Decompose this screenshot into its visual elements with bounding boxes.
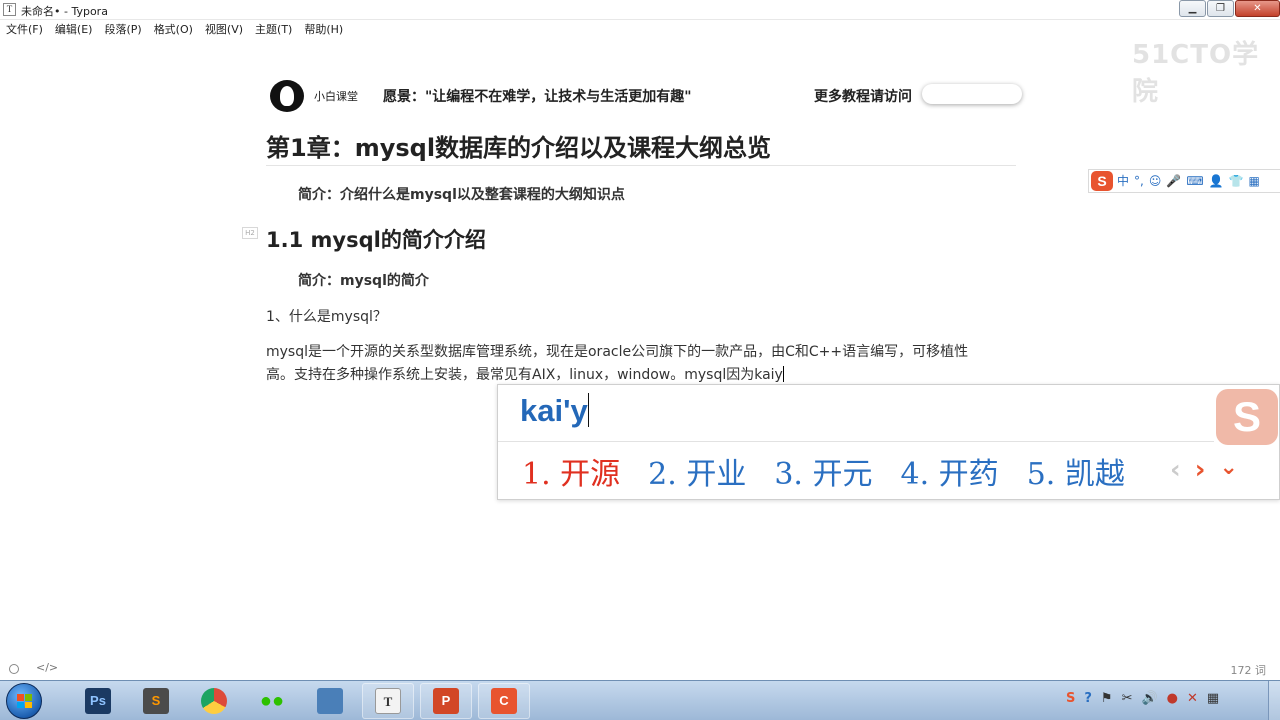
wechat-icon: ●● [259,690,285,712]
maximize-button[interactable]: ❐ [1207,0,1234,17]
next-page-icon[interactable]: › [1195,455,1206,485]
ime-toolbar: S 中 °, ☺ 🎤 ⌨ 👤 👕 ▦ [1088,169,1280,193]
typora-icon: T [375,688,401,714]
candidate-list: 1. 开源 2. 开业 3. 开元 4. 开药 5. 凯越 [522,449,1153,493]
show-desktop-button[interactable] [1268,681,1280,720]
windows-logo-icon [17,694,32,708]
banner-motto: 愿景："让编程不在难学，让技术与生活更加有趣" [383,89,692,105]
user-icon[interactable]: 👤 [1209,169,1224,193]
watermark: 51CTO学院 [1132,40,1260,107]
recorder-icon: C [491,688,517,714]
body-line-2-text: 高。支持在多种操作系统上安装，最常见有AIX，linux，window。mysq… [266,367,783,383]
menu-bar: 文件(F) 编辑(E) 段落(P) 格式(O) 视图(V) 主题(T) 帮助(H… [0,20,1280,40]
banner-url-box [922,84,1022,104]
logo-text: 小白课堂 [314,90,358,103]
photoshop-icon: Ps [85,688,111,714]
word-count[interactable]: 172 词 [1231,662,1267,678]
taskbar-recorder[interactable]: C [478,683,530,719]
banner-more-text: 更多教程请访问 [814,89,912,105]
system-tray: S ? ⚑ ✂ 🔊 ● ✕ ▦ [1066,691,1228,706]
punctuation-icon[interactable]: °, [1134,169,1144,193]
taskbar-typora[interactable]: T [362,683,414,719]
source-mode-toggle[interactable]: </> [36,661,58,674]
ime-composition-text: kai'y [520,393,588,428]
sublime-icon: S [143,688,169,714]
heading-divider [266,165,1016,166]
candidate-3[interactable]: 3. 开元 [774,449,872,493]
help-tray-icon[interactable]: ? [1084,691,1092,706]
volume-tray-icon[interactable]: 🔊 [1141,691,1157,706]
scissors-tray-icon[interactable]: ✂ [1122,691,1133,706]
grid-tray-icon[interactable]: ▦ [1207,691,1219,706]
typora-app-icon: T [3,3,16,16]
intro-paragraph[interactable]: 简介：介绍什么是mysql以及整套课程的大纲知识点 [298,184,625,204]
body-paragraph[interactable]: mysql是一个开源的关系型数据库管理系统，现在是oracle公司旗下的一款产品… [266,341,1016,387]
heading-1[interactable]: 第1章：mysql数据库的介绍以及课程大纲总览 [266,128,771,163]
ime-caret [587,393,589,427]
skin-icon[interactable]: 👕 [1229,169,1244,193]
menu-theme[interactable]: 主题(T) [255,20,292,40]
candidate-nav: ‹ › ⌄ [1170,455,1252,485]
taskbar-sublime[interactable]: S [130,683,182,719]
microphone-icon[interactable]: 🎤 [1166,169,1181,193]
heading-2[interactable]: 1.1 mysql的简介介绍 [266,224,486,254]
sogou-tray-icon[interactable]: S [1066,691,1075,706]
sogou-logo-icon[interactable]: S [1091,171,1113,191]
window-title: 未命名• - Typora [21,5,108,18]
ime-divider [498,441,1214,442]
menu-help[interactable]: 帮助(H) [304,20,343,40]
network-icon [317,688,343,714]
cat-logo-icon [270,80,304,112]
banner-image: 小白课堂 愿景："让编程不在难学，让技术与生活更加有趣" 更多教程请访问 [268,78,1028,114]
candidate-2[interactable]: 2. 开业 [648,449,746,493]
flag-tray-icon[interactable]: ⚑ [1101,691,1113,706]
candidate-4[interactable]: 4. 开药 [901,449,999,493]
emoji-icon[interactable]: ☺ [1149,169,1162,193]
expand-candidates-icon[interactable]: ⌄ [1219,455,1237,485]
body-line-1: mysql是一个开源的关系型数据库管理系统，现在是oracle公司旗下的一款产品… [266,344,969,360]
menu-view[interactable]: 视图(V) [205,20,243,40]
prev-page-icon[interactable]: ‹ [1170,455,1181,485]
taskbar-powerpoint[interactable]: P [420,683,472,719]
intro2-paragraph[interactable]: 简介：mysql的简介 [298,270,429,290]
window-controls: ▁ ❐ ✕ [1178,0,1280,18]
candidate-1[interactable]: 1. 开源 [522,449,620,493]
taskbar: Ps S ●● T P C S ? ⚑ ✂ 🔊 ● ✕ ▦ [0,680,1280,720]
chrome-icon [201,688,227,714]
start-button[interactable] [6,683,42,719]
taskbar-network[interactable] [304,683,356,719]
text-caret [782,366,784,382]
menu-file[interactable]: 文件(F) [6,20,43,40]
candidate-5[interactable]: 5. 凯越 [1027,449,1125,493]
outline-toggle-icon[interactable] [9,664,19,674]
taskbar-chrome[interactable] [188,683,240,719]
menu-paragraph[interactable]: 段落(P) [104,20,141,40]
keyboard-icon[interactable]: ⌨ [1186,169,1203,193]
heading-level-marker: H2 [242,227,258,239]
taskbar-photoshop[interactable]: Ps [72,683,124,719]
record-tray-icon[interactable]: ● [1167,691,1178,706]
ime-candidate-window: kai'y S 1. 开源 2. 开业 3. 开元 4. 开药 5. 凯越 ‹ … [497,384,1280,500]
question-paragraph[interactable]: 1、什么是mysql？ [266,306,387,326]
close-button[interactable]: ✕ [1235,0,1280,17]
status-bar: </> 172 词 [0,660,1280,680]
title-bar: T 未命名• - Typora ▁ ❐ ✕ [0,0,1280,20]
sogou-watermark-icon: S [1216,389,1278,445]
taskbar-wechat[interactable]: ●● [246,683,298,719]
powerpoint-icon: P [433,688,459,714]
grid-icon[interactable]: ▦ [1249,169,1260,193]
minimize-button[interactable]: ▁ [1179,0,1206,17]
menu-format[interactable]: 格式(O) [154,20,193,40]
menu-edit[interactable]: 编辑(E) [55,20,93,40]
chinese-mode-icon[interactable]: 中 [1117,169,1129,193]
tray-close-icon[interactable]: ✕ [1187,691,1198,706]
ime-composition: kai'y [520,393,589,429]
